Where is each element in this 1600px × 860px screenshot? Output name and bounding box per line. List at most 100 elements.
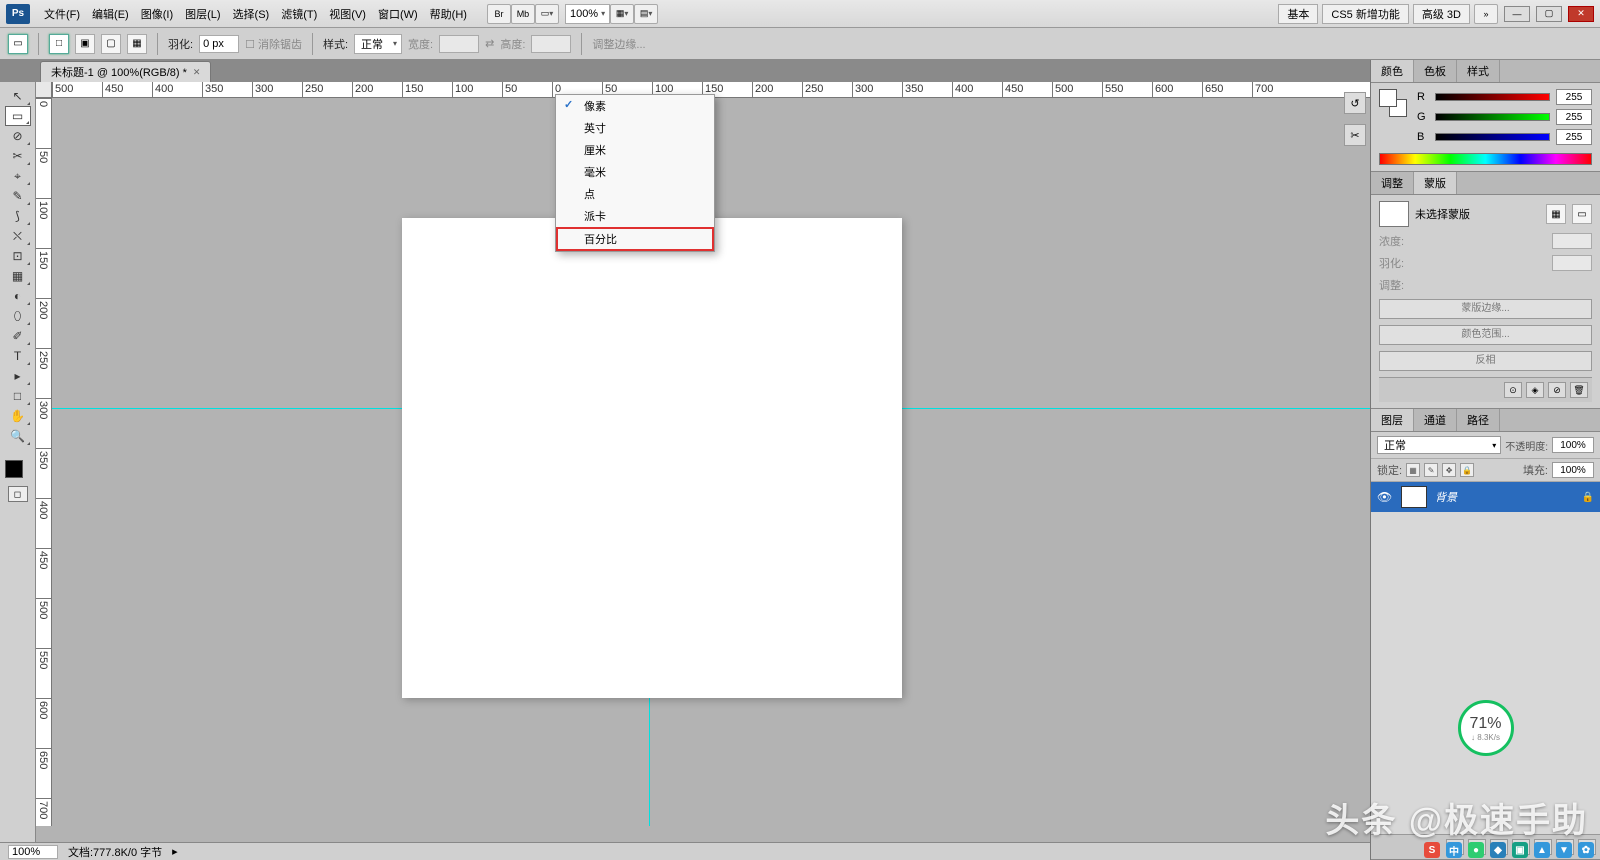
ctx-unit-英寸[interactable]: 英寸 bbox=[556, 117, 714, 139]
status-arrow-icon[interactable]: ▸ bbox=[172, 845, 178, 858]
style-combo[interactable]: 正常 bbox=[354, 34, 402, 54]
tab-styles[interactable]: 样式 bbox=[1457, 60, 1500, 82]
window-close-button[interactable]: ✕ bbox=[1568, 6, 1594, 22]
tool-10[interactable]: ◐ bbox=[5, 286, 31, 306]
menu-select[interactable]: 选择(S) bbox=[227, 0, 276, 27]
tray-icon-1[interactable]: S bbox=[1424, 842, 1440, 858]
color-spectrum[interactable] bbox=[1379, 153, 1592, 165]
tray-icon-8[interactable]: ✿ bbox=[1578, 842, 1594, 858]
lock-transparent-icon[interactable]: ▦ bbox=[1406, 463, 1420, 477]
tool-14[interactable]: ▸ bbox=[5, 366, 31, 386]
tool-4[interactable]: ⌖ bbox=[5, 166, 31, 186]
tool-16[interactable]: ✋ bbox=[5, 406, 31, 426]
mask-thumbnail[interactable] bbox=[1379, 201, 1409, 227]
selection-new-icon[interactable]: □ bbox=[49, 34, 69, 54]
refine-edge-button[interactable]: 调整边缘... bbox=[592, 36, 645, 52]
tray-icon-6[interactable]: ▲ bbox=[1534, 842, 1550, 858]
tray-icon-4[interactable]: ◆ bbox=[1490, 842, 1506, 858]
mask-delete-icon[interactable]: 🗑 bbox=[1570, 382, 1588, 398]
document-tab-close-icon[interactable]: ✕ bbox=[193, 67, 201, 78]
fg-bg-mini-swatch[interactable] bbox=[1379, 89, 1407, 117]
quickmask-icon[interactable]: ◻ bbox=[8, 486, 28, 502]
lock-pixels-icon[interactable]: ✎ bbox=[1424, 463, 1438, 477]
invert-button[interactable]: 反相 bbox=[1379, 351, 1592, 371]
menu-image[interactable]: 图像(I) bbox=[135, 0, 179, 27]
b-slider[interactable] bbox=[1435, 133, 1550, 141]
pixel-mask-icon[interactable]: ▦ bbox=[1546, 204, 1566, 224]
mask-apply-icon[interactable]: ◈ bbox=[1526, 382, 1544, 398]
g-slider[interactable] bbox=[1435, 113, 1550, 121]
fg-bg-swatch[interactable] bbox=[5, 452, 31, 478]
tool-8[interactable]: ⊡ bbox=[5, 246, 31, 266]
layer-name-label[interactable]: 背景 bbox=[1435, 489, 1574, 505]
menu-layer[interactable]: 图层(L) bbox=[179, 0, 226, 27]
r-value[interactable] bbox=[1556, 89, 1592, 105]
mask-disable-icon[interactable]: ⊘ bbox=[1548, 382, 1566, 398]
tab-layers[interactable]: 图层 bbox=[1371, 409, 1414, 431]
window-minimize-button[interactable]: — bbox=[1504, 6, 1530, 22]
tray-icon-2[interactable]: 中 bbox=[1446, 842, 1462, 858]
tab-masks[interactable]: 蒙版 bbox=[1414, 172, 1457, 194]
workspace-cs5new[interactable]: CS5 新增功能 bbox=[1322, 4, 1408, 24]
viewextras-icon[interactable]: ▤▾ bbox=[634, 4, 658, 24]
tab-paths[interactable]: 路径 bbox=[1457, 409, 1500, 431]
menu-file[interactable]: 文件(F) bbox=[38, 0, 86, 27]
workspace-basic[interactable]: 基本 bbox=[1278, 4, 1318, 24]
layer-item-background[interactable]: 👁 背景 🔒 bbox=[1371, 482, 1600, 512]
tool-6[interactable]: ⟆ bbox=[5, 206, 31, 226]
layer-visibility-icon[interactable]: 👁 bbox=[1377, 490, 1393, 504]
ruler-corner[interactable] bbox=[36, 82, 52, 98]
tool-11[interactable]: ⬯ bbox=[5, 306, 31, 326]
status-docinfo[interactable]: 文档:777.8K/0 字节 bbox=[68, 844, 162, 860]
color-range-button[interactable]: 颜色范围... bbox=[1379, 325, 1592, 345]
tab-swatches[interactable]: 色板 bbox=[1414, 60, 1457, 82]
ctx-unit-百分比[interactable]: 百分比 bbox=[556, 227, 714, 251]
document-tab[interactable]: 未标题-1 @ 100%(RGB/8) * ✕ bbox=[40, 61, 211, 82]
selection-subtract-icon[interactable]: ▢ bbox=[101, 34, 121, 54]
layer-list[interactable]: 👁 背景 🔒 bbox=[1371, 482, 1600, 682]
tool-9[interactable]: ▦ bbox=[5, 266, 31, 286]
toolpresets-panel-icon[interactable]: ✂ bbox=[1344, 124, 1366, 146]
tray-icon-3[interactable]: ● bbox=[1468, 842, 1484, 858]
ctx-unit-派卡[interactable]: 派卡 bbox=[556, 205, 714, 227]
history-panel-icon[interactable]: ↺ bbox=[1344, 92, 1366, 114]
lock-all-icon[interactable]: 🔒 bbox=[1460, 463, 1474, 477]
ctx-unit-毫米[interactable]: 毫米 bbox=[556, 161, 714, 183]
layer-thumbnail[interactable] bbox=[1401, 486, 1427, 508]
vector-mask-icon[interactable]: ▭ bbox=[1572, 204, 1592, 224]
selection-add-icon[interactable]: ▣ bbox=[75, 34, 95, 54]
opacity-field[interactable] bbox=[1552, 437, 1594, 453]
tray-icon-5[interactable]: ▣ bbox=[1512, 842, 1528, 858]
minibridge-icon[interactable]: Mb bbox=[511, 4, 535, 24]
arrange-icon[interactable]: ▦▾ bbox=[610, 4, 634, 24]
tool-12[interactable]: ✐ bbox=[5, 326, 31, 346]
tool-0[interactable]: ↖ bbox=[5, 86, 31, 106]
tool-preset-icon[interactable]: ▭ bbox=[8, 34, 28, 54]
document-canvas[interactable] bbox=[402, 218, 902, 698]
g-value[interactable] bbox=[1556, 109, 1592, 125]
fill-field[interactable] bbox=[1552, 462, 1594, 478]
zoom-combo[interactable]: 100%▾ bbox=[565, 4, 610, 24]
tray-icon-7[interactable]: ▼ bbox=[1556, 842, 1572, 858]
tool-13[interactable]: T bbox=[5, 346, 31, 366]
ctx-unit-点[interactable]: 点 bbox=[556, 183, 714, 205]
tool-17[interactable]: 🔍 bbox=[5, 426, 31, 446]
tool-1[interactable]: ▭ bbox=[5, 106, 31, 126]
tool-2[interactable]: ⊘ bbox=[5, 126, 31, 146]
tab-adjustments[interactable]: 调整 bbox=[1371, 172, 1414, 194]
menu-filter[interactable]: 滤镜(T) bbox=[275, 0, 323, 27]
tab-color[interactable]: 颜色 bbox=[1371, 60, 1414, 82]
feather-input[interactable] bbox=[199, 35, 239, 53]
menu-window[interactable]: 窗口(W) bbox=[372, 0, 424, 27]
workspace-3d[interactable]: 高级 3D bbox=[1413, 4, 1470, 24]
ctx-unit-厘米[interactable]: 厘米 bbox=[556, 139, 714, 161]
tool-15[interactable]: □ bbox=[5, 386, 31, 406]
swap-wh-icon[interactable]: ⇄ bbox=[485, 37, 494, 50]
screenmode-icon[interactable]: ▭▾ bbox=[535, 4, 559, 24]
ctx-unit-像素[interactable]: ✓像素 bbox=[556, 95, 714, 117]
menu-help[interactable]: 帮助(H) bbox=[424, 0, 473, 27]
menu-view[interactable]: 视图(V) bbox=[323, 0, 372, 27]
mask-edge-button[interactable]: 蒙版边缘... bbox=[1379, 299, 1592, 319]
tab-channels[interactable]: 通道 bbox=[1414, 409, 1457, 431]
window-maximize-button[interactable]: ▢ bbox=[1536, 6, 1562, 22]
